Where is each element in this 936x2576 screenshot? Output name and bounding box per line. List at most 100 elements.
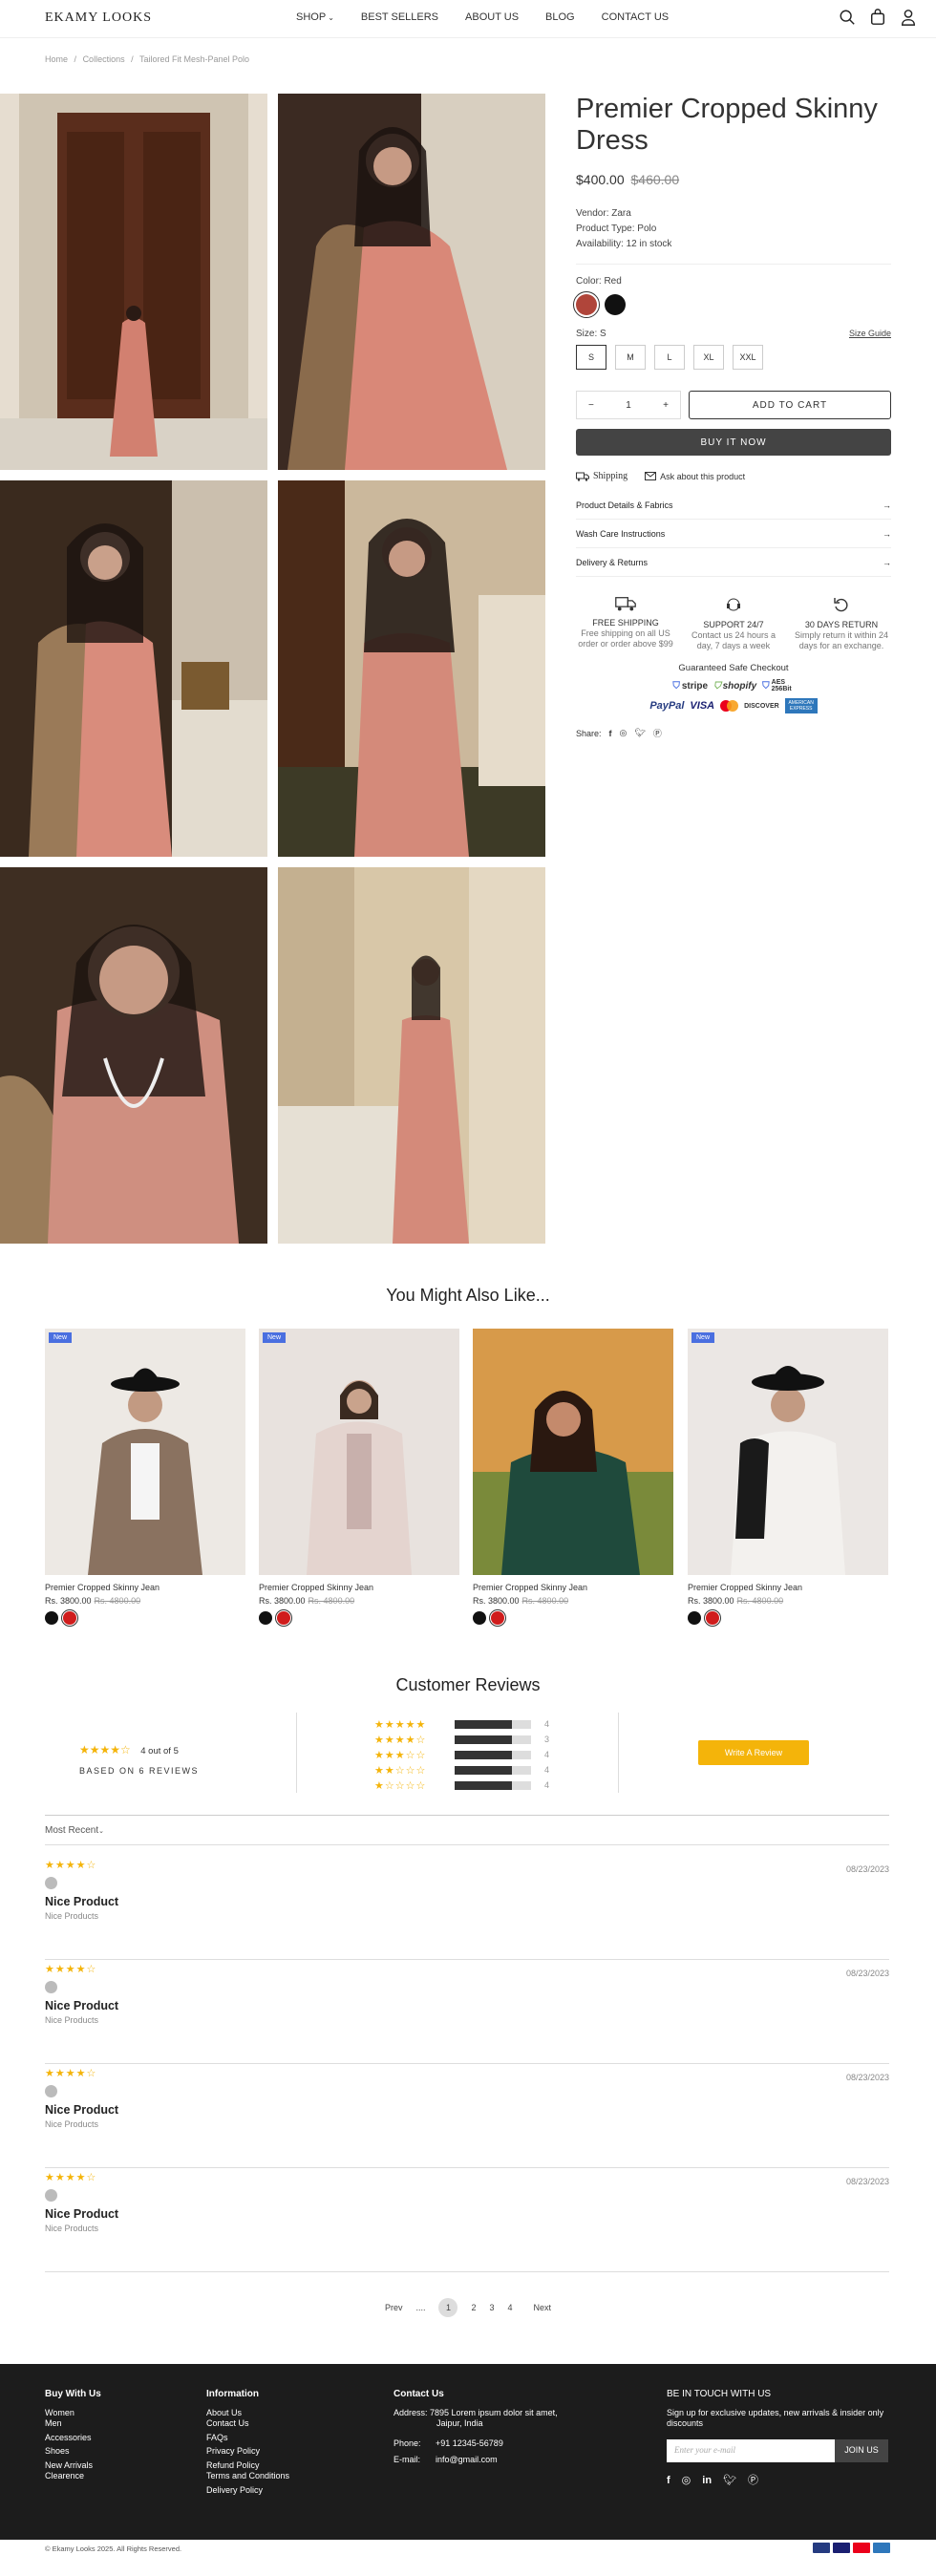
pager-page-3[interactable]: 3: [490, 2303, 495, 2312]
product-card-name[interactable]: Premier Cropped Skinny Jean: [45, 1583, 245, 1592]
user-icon[interactable]: [900, 9, 917, 26]
footer-link[interactable]: Privacy Policy: [206, 2446, 289, 2458]
instagram-icon[interactable]: ◎: [620, 728, 628, 738]
footer-link[interactable]: New Arrivals: [45, 2460, 101, 2472]
product-card-name[interactable]: Premier Cropped Skinny Jean: [688, 1583, 888, 1592]
facebook-icon[interactable]: f: [667, 2475, 670, 2487]
footer-link[interactable]: Men: [45, 2418, 101, 2430]
product-price: $400.00 $460.00: [576, 172, 891, 187]
product-image-5[interactable]: [0, 867, 267, 1244]
footer-link[interactable]: Delivery Policy: [206, 2485, 289, 2497]
sort-dropdown[interactable]: Most Recent⌄: [45, 1825, 104, 1836]
nav-blog[interactable]: BLOG: [545, 11, 575, 23]
size-s[interactable]: S: [576, 345, 606, 370]
swatch-black[interactable]: [688, 1611, 701, 1625]
product-image-1[interactable]: [0, 94, 267, 470]
pager-page-2[interactable]: 2: [471, 2303, 476, 2312]
swatch-black[interactable]: [259, 1611, 272, 1625]
buy-now-button[interactable]: BUY IT NOW: [576, 429, 891, 456]
breadcrumb-home[interactable]: Home: [45, 54, 68, 64]
swatch-black[interactable]: [473, 1611, 486, 1625]
contact-email-row: E-mail: info@gmail.com: [394, 2455, 632, 2466]
product-card-image[interactable]: New: [45, 1329, 245, 1575]
swatch-red[interactable]: [275, 1609, 292, 1627]
nav-shop[interactable]: SHOP ⌄: [296, 11, 334, 23]
qty-plus-button[interactable]: +: [663, 400, 669, 411]
breadcrumb-collections[interactable]: Collections: [83, 54, 125, 64]
twitter-icon[interactable]: 🐦︎: [723, 2475, 736, 2487]
color-label: Color: Red: [576, 276, 622, 287]
feature-free-shipping: FREE SHIPPING Free shipping on all US or…: [578, 596, 673, 651]
nav-contact[interactable]: CONTACT US: [602, 11, 670, 23]
shipping-link[interactable]: Shipping: [576, 471, 628, 481]
size-xxl[interactable]: XXL: [733, 345, 763, 370]
contact-phone[interactable]: +91 12345-56789: [436, 2438, 503, 2448]
rating-bar-row: ★★★★★ 4: [374, 1716, 549, 1732]
nav-best-sellers[interactable]: BEST SELLERS: [361, 11, 438, 23]
rating-bar-row: ★☆☆☆☆ 4: [374, 1778, 549, 1793]
accordion-delivery[interactable]: Delivery & Returns →: [576, 548, 891, 577]
footer-link[interactable]: Shoes: [45, 2446, 101, 2458]
pager-next[interactable]: Next: [534, 2303, 552, 2312]
add-to-cart-button[interactable]: ADD TO CART: [689, 391, 891, 419]
product-card-image[interactable]: New: [688, 1329, 888, 1575]
pager-page-4[interactable]: 4: [508, 2303, 513, 2312]
search-icon[interactable]: [839, 9, 856, 26]
swatch-red[interactable]: [704, 1609, 721, 1627]
accordion-wash-care[interactable]: Wash Care Instructions →: [576, 520, 891, 548]
product-card[interactable]: New Premier Cropped Skinny Jean Rs. 3800…: [259, 1329, 459, 1627]
pinterest-icon[interactable]: Ⓟ: [748, 2475, 758, 2487]
footer-link[interactable]: Clearence: [45, 2471, 101, 2482]
footer-link[interactable]: About Us: [206, 2408, 289, 2419]
footer-link[interactable]: Accessories: [45, 2433, 101, 2444]
badge-label: shopify: [722, 680, 757, 692]
size-l[interactable]: L: [654, 345, 685, 370]
product-image-6[interactable]: [278, 867, 545, 1244]
nav-about[interactable]: ABOUT US: [465, 11, 519, 23]
product-card-image[interactable]: New: [259, 1329, 459, 1575]
color-swatch-red[interactable]: [573, 291, 600, 318]
linkedin-icon[interactable]: in: [702, 2475, 712, 2487]
review-body: Nice Products: [45, 2119, 99, 2129]
swatch-red[interactable]: [61, 1609, 78, 1627]
product-card-image[interactable]: [473, 1329, 673, 1575]
product-card[interactable]: New Premier Cropped Skinny Jean Rs. 3800…: [688, 1329, 888, 1627]
footer-link[interactable]: FAQs: [206, 2433, 289, 2444]
footer-link[interactable]: Terms and Conditions: [206, 2471, 289, 2482]
product-card-name[interactable]: Premier Cropped Skinny Jean: [473, 1583, 673, 1592]
swatch-red[interactable]: [489, 1609, 506, 1627]
pinterest-icon[interactable]: Ⓟ: [653, 727, 662, 739]
pager-page-1[interactable]: 1: [438, 2298, 458, 2317]
product-image-4[interactable]: [278, 480, 545, 857]
write-review-button[interactable]: Write A Review: [698, 1740, 809, 1765]
contact-email[interactable]: info@gmail.com: [436, 2455, 498, 2464]
logo[interactable]: EKAMY LOOKS: [45, 11, 152, 26]
bag-icon[interactable]: [869, 9, 886, 26]
twitter-icon[interactable]: 🐦︎: [634, 728, 645, 738]
size-m[interactable]: M: [615, 345, 646, 370]
product-image-3[interactable]: [0, 480, 267, 857]
size-guide-link[interactable]: Size Guide: [849, 329, 891, 339]
product-card[interactable]: Premier Cropped Skinny Jean Rs. 3800.00 R…: [473, 1329, 673, 1627]
ask-link[interactable]: Ask about this product: [645, 472, 745, 481]
footer-link[interactable]: Women: [45, 2408, 101, 2419]
shopify-badge: ⛉ shopify: [713, 679, 756, 692]
footer-link[interactable]: Refund Policy: [206, 2460, 289, 2472]
footer-link[interactable]: Contact Us: [206, 2418, 289, 2430]
review-item: ★★★★☆ 08/23/2023 Nice Product Nice Produ…: [45, 1963, 889, 2064]
color-swatch-black[interactable]: [605, 294, 626, 315]
product-image-2[interactable]: [278, 94, 545, 470]
product-card[interactable]: New Premier Cropped Skinny Jean Rs. 3800…: [45, 1329, 245, 1627]
size-xl[interactable]: XL: [693, 345, 724, 370]
email-input[interactable]: Enter your e-mail: [667, 2438, 835, 2462]
accordion-details[interactable]: Product Details & Fabrics →: [576, 491, 891, 520]
instagram-icon[interactable]: ◎: [682, 2475, 691, 2487]
facebook-icon[interactable]: f: [609, 729, 612, 738]
shipping-label: Shipping: [593, 471, 628, 481]
pager-prev[interactable]: Prev: [385, 2303, 403, 2312]
join-button[interactable]: JOIN US: [835, 2438, 888, 2462]
product-card-name[interactable]: Premier Cropped Skinny Jean: [259, 1583, 459, 1592]
swatch-black[interactable]: [45, 1611, 58, 1625]
qty-value[interactable]: 1: [626, 400, 631, 411]
qty-minus-button[interactable]: −: [588, 400, 594, 411]
